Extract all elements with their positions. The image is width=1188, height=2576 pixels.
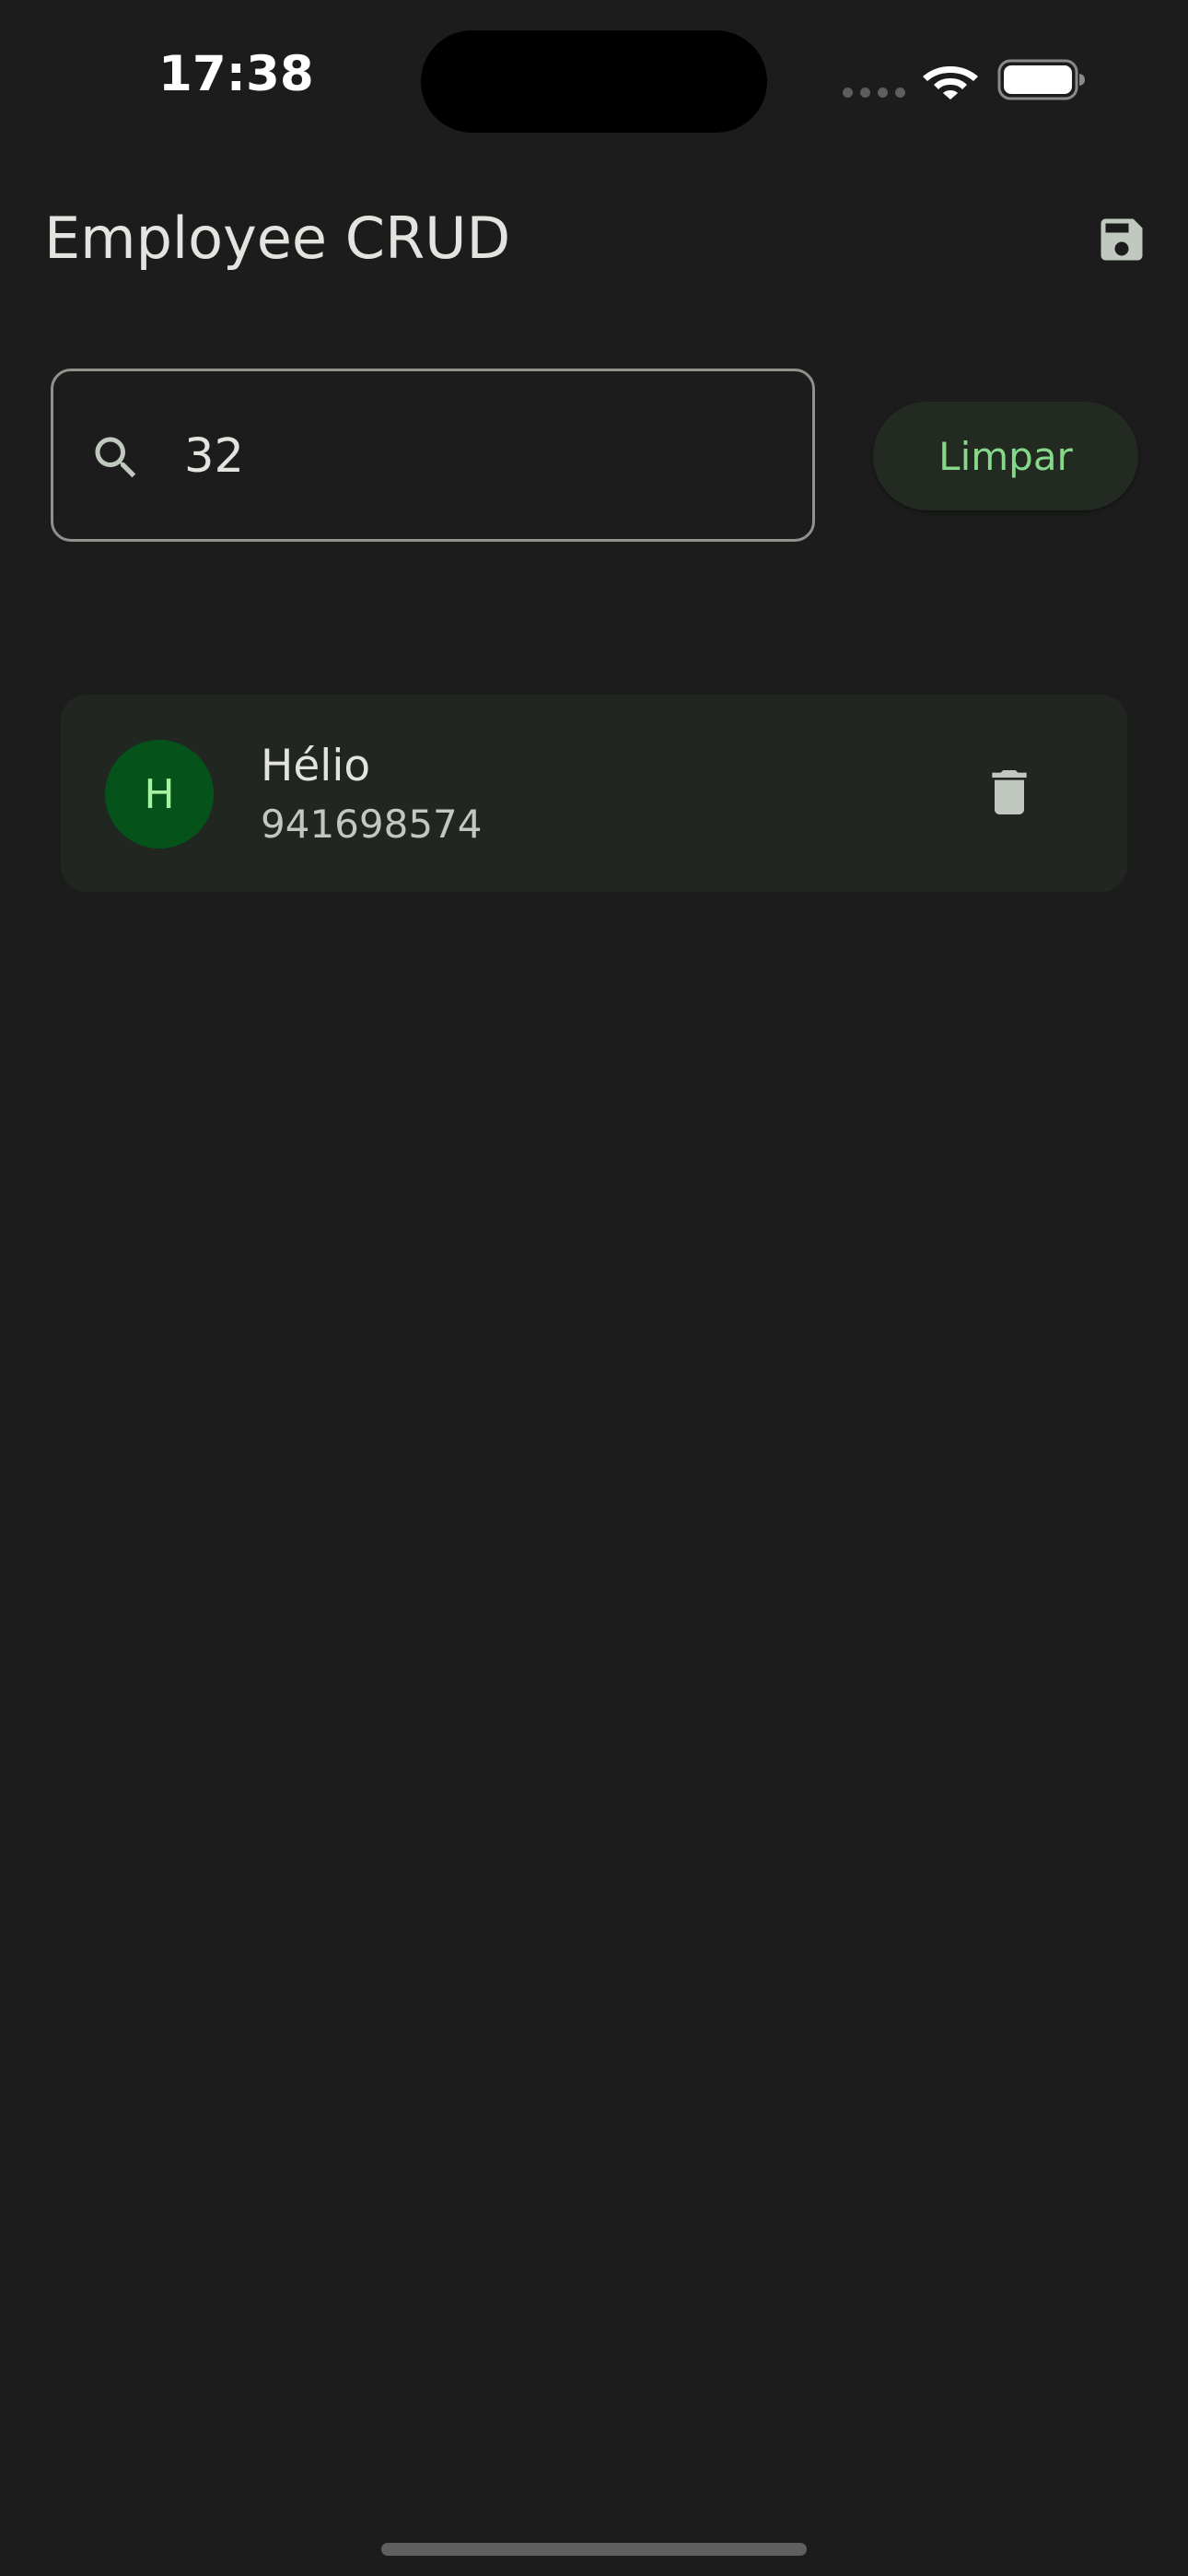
page-title: Employee CRUD [44, 205, 511, 272]
search-icon [95, 437, 136, 478]
cellular-signal-icon [843, 88, 905, 99]
employee-name: Hélio [261, 741, 371, 791]
delete-button[interactable] [965, 748, 1054, 837]
delete-icon [992, 770, 1027, 814]
wifi-icon [923, 66, 978, 100]
clear-button[interactable]: Limpar [873, 402, 1138, 510]
avatar: H [105, 740, 214, 849]
save-button[interactable] [1087, 205, 1157, 275]
search-input[interactable]: 32 [184, 427, 244, 487]
search-field[interactable]: 32 [51, 369, 815, 542]
battery-icon [997, 59, 1085, 100]
dynamic-island [421, 30, 767, 133]
employee-list-item[interactable]: H Hélio 941698574 [61, 695, 1127, 892]
status-time: 17:38 [158, 46, 314, 102]
employee-phone: 941698574 [261, 802, 483, 847]
app-screen: 17:38 Employee CRUD 32 Limpar H Hélio 94… [0, 0, 1188, 2576]
save-icon [1101, 218, 1143, 261]
home-indicator [381, 2543, 807, 2556]
